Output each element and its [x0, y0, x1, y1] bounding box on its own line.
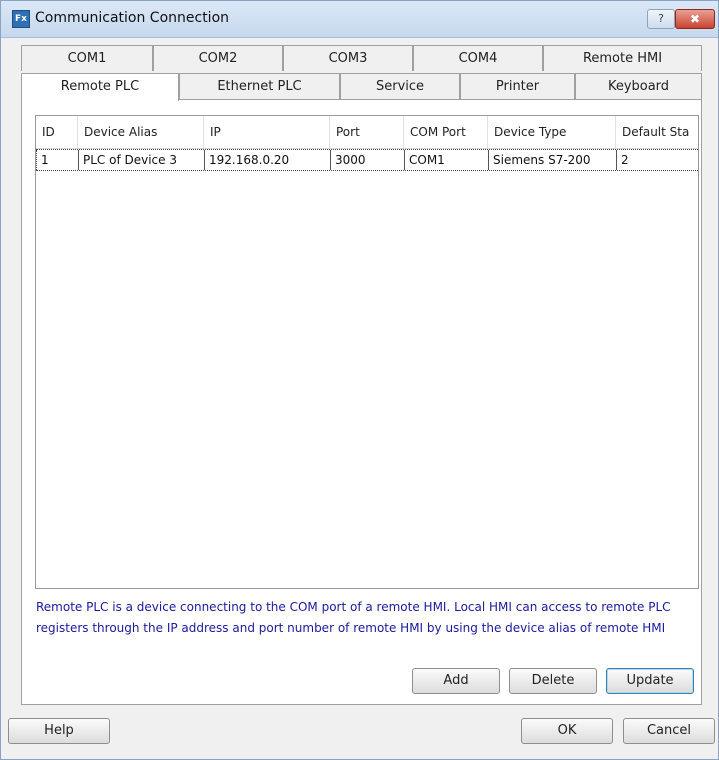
col-device-type-header[interactable]: Device Type: [488, 116, 616, 148]
cell-device-alias: PLC of Device 3: [78, 150, 204, 170]
tab-service[interactable]: Service: [340, 73, 460, 99]
cell-ip: 192.168.0.20: [204, 150, 330, 170]
tab-ethernet-plc[interactable]: Ethernet PLC: [179, 73, 340, 99]
description-text: Remote PLC is a device connecting to the…: [36, 600, 671, 635]
table-row[interactable]: 1 PLC of Device 3 192.168.0.20 3000 COM1…: [36, 149, 698, 171]
device-table[interactable]: ID Device Alias IP Port COM Port Device …: [35, 115, 699, 589]
close-icon[interactable]: ✖: [675, 9, 715, 29]
col-ip-header[interactable]: IP: [204, 116, 330, 148]
delete-button[interactable]: Delete: [509, 668, 597, 694]
tab-keyboard[interactable]: Keyboard: [575, 73, 702, 99]
tab-com1[interactable]: COM1: [21, 45, 153, 71]
tab-printer[interactable]: Printer: [460, 73, 575, 99]
tab-com2[interactable]: COM2: [153, 45, 283, 71]
help-button[interactable]: Help: [8, 718, 110, 744]
tab-com4[interactable]: COM4: [413, 45, 543, 71]
col-com-port-header[interactable]: COM Port: [404, 116, 488, 148]
cell-device-type: Siemens S7-200: [488, 150, 616, 170]
col-default-station-header[interactable]: Default Sta: [616, 116, 698, 148]
update-button[interactable]: Update: [606, 668, 694, 694]
col-id-header[interactable]: ID: [36, 116, 78, 148]
help-icon[interactable]: ?: [647, 9, 675, 29]
title-bar[interactable]: Fx Communication Connection ? ✖: [1, 1, 718, 38]
cell-default-station: 2: [616, 150, 698, 170]
cell-id: 1: [36, 150, 78, 170]
table-header: ID Device Alias IP Port COM Port Device …: [36, 116, 698, 149]
cell-port: 3000: [330, 150, 404, 170]
add-button[interactable]: Add: [412, 668, 500, 694]
tab-com3[interactable]: COM3: [283, 45, 413, 71]
col-device-alias-header[interactable]: Device Alias: [78, 116, 204, 148]
ok-button[interactable]: OK: [521, 718, 613, 744]
tab-remote-hmi[interactable]: Remote HMI: [543, 45, 702, 71]
window-title: Communication Connection: [35, 10, 230, 26]
cancel-button[interactable]: Cancel: [623, 718, 715, 744]
tab-remote-plc[interactable]: Remote PLC: [21, 73, 179, 101]
cell-com-port: COM1: [404, 150, 488, 170]
dialog-window: Fx Communication Connection ? ✖ COM1 COM…: [0, 0, 719, 760]
col-port-header[interactable]: Port: [330, 116, 404, 148]
app-icon: Fx: [12, 10, 30, 28]
